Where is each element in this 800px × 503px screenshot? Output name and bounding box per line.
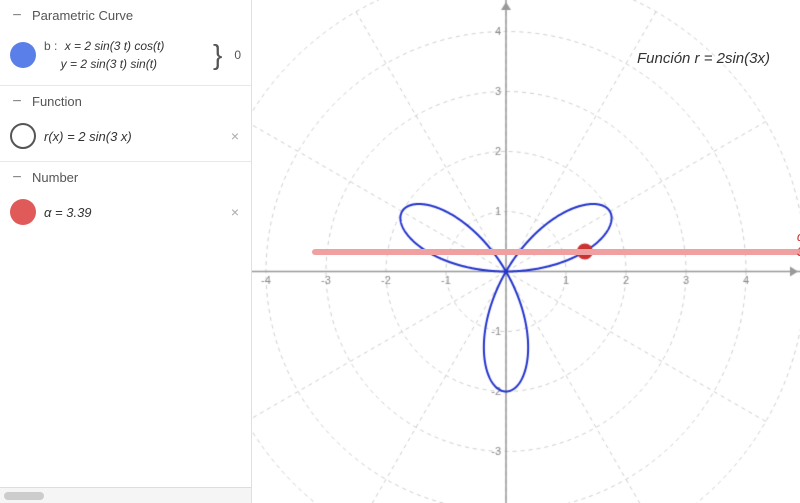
graph-area: α = 3.39 Función r = 2sin(3x) — [252, 0, 800, 503]
function-section: − Function r(x) = 2 sin(3 x) × — [0, 86, 251, 162]
number-row: α = 3.39 × — [0, 193, 251, 231]
number-value: α = 3.39 — [44, 205, 221, 220]
number-collapse-icon: − — [10, 171, 24, 185]
parametric-formula: b : x = 2 sin(3 t) cos(t) y = 2 sin(3 t)… — [44, 37, 203, 73]
number-title: Number — [32, 170, 78, 185]
sidebar: − Parametric Curve b : x = 2 sin(3 t) co… — [0, 0, 252, 503]
graph-label-text: Función r = 2sin(3x) — [637, 50, 770, 67]
sidebar-scrollbar[interactable] — [0, 487, 251, 503]
parametric-color-circle — [10, 42, 36, 68]
function-header[interactable]: − Function — [0, 86, 251, 117]
b-label: b : — [44, 39, 57, 53]
alpha-slider-track[interactable] — [312, 249, 800, 255]
parametric-collapse-icon: − — [10, 9, 24, 23]
number-color-circle — [10, 199, 36, 225]
parametric-title: Parametric Curve — [32, 8, 133, 23]
parametric-header[interactable]: − Parametric Curve — [0, 0, 251, 31]
scrollbar-thumb — [4, 492, 44, 500]
zero-label: 0 — [234, 48, 241, 62]
function-color-circle — [10, 123, 36, 149]
function-row: r(x) = 2 sin(3 x) × — [0, 117, 251, 155]
function-formula: r(x) = 2 sin(3 x) — [44, 129, 221, 144]
curly-brace: } — [213, 41, 222, 69]
graph-function-label: Función r = 2sin(3x) — [637, 50, 770, 67]
parametric-eq1: x = 2 sin(3 t) cos(t) — [65, 39, 165, 53]
function-title: Function — [32, 94, 82, 109]
parametric-section: − Parametric Curve b : x = 2 sin(3 t) co… — [0, 0, 251, 86]
parametric-row: b : x = 2 sin(3 t) cos(t) y = 2 sin(3 t)… — [0, 31, 251, 79]
parametric-eq2: y = 2 sin(3 t) sin(t) — [61, 57, 157, 71]
function-collapse-icon: − — [10, 95, 24, 109]
number-close-button[interactable]: × — [229, 202, 241, 222]
function-close-button[interactable]: × — [229, 126, 241, 146]
number-header[interactable]: − Number — [0, 162, 251, 193]
number-section: − Number α = 3.39 × — [0, 162, 251, 237]
